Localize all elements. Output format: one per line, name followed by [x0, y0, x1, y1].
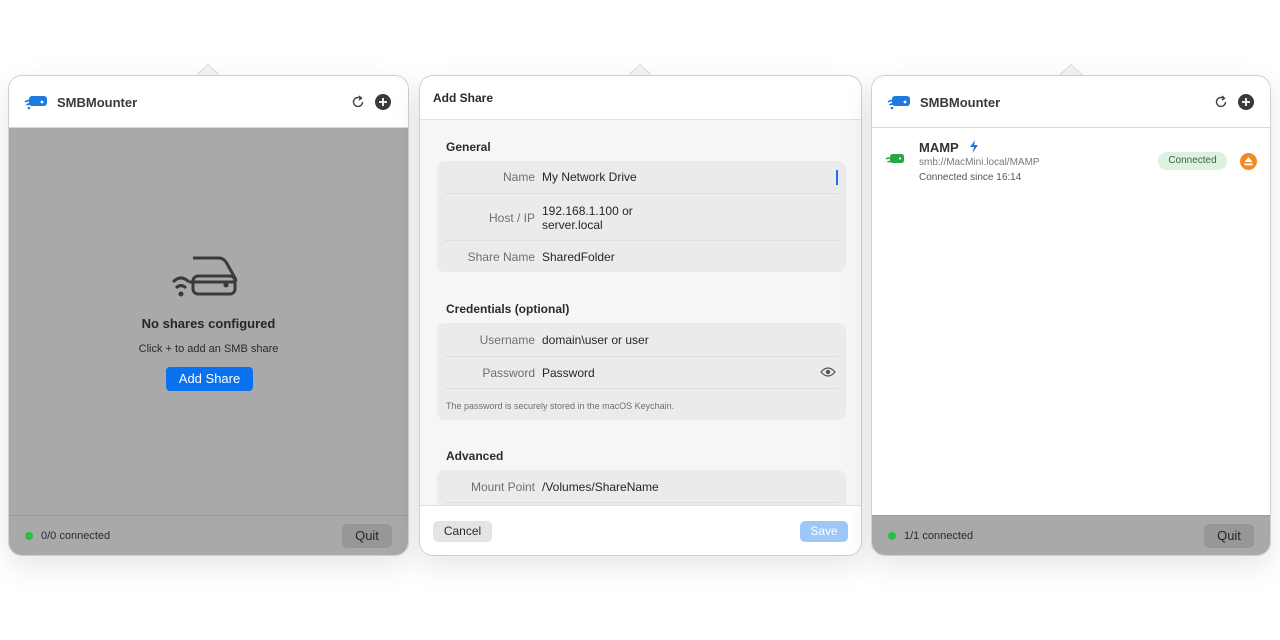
password-row[interactable]: Password Password: [445, 356, 838, 388]
app-title: SMBMounter: [57, 95, 138, 110]
host-field[interactable]: 192.168.1.100 or server.local: [542, 204, 633, 232]
window-header: SMBMounter: [872, 76, 1270, 128]
window-footer: 1/1 connected Quit: [872, 515, 1270, 555]
form-body[interactable]: General Name My Network Drive Host / IP …: [420, 120, 861, 506]
window-header: SMBMounter: [9, 76, 408, 128]
empty-state: No shares configured Click + to add an S…: [9, 128, 408, 515]
eject-icon[interactable]: [1240, 153, 1257, 170]
username-row[interactable]: Username domain\user or user: [445, 323, 838, 356]
text-cursor: [836, 170, 838, 185]
name-row[interactable]: Name My Network Drive: [445, 161, 838, 193]
form-header: Add Share: [420, 76, 861, 120]
quit-button[interactable]: Quit: [1204, 524, 1254, 548]
network-drive-icon: [171, 256, 238, 297]
quit-button[interactable]: Quit: [342, 524, 392, 548]
share-name-label: Share Name: [467, 250, 535, 264]
username-label: Username: [479, 333, 535, 347]
host-placeholder-line: server.local: [542, 218, 603, 232]
username-field[interactable]: domain\user or user: [542, 333, 649, 347]
status-badge: Connected: [1158, 152, 1227, 170]
connected-drive-icon: [885, 154, 904, 163]
password-label: Password: [482, 366, 535, 380]
mount-point-label: Mount Point: [470, 480, 535, 494]
section-credentials: Credentials (optional): [446, 302, 570, 316]
general-card: Name My Network Drive Host / IP 192.168.…: [437, 161, 846, 272]
network-drive-icon: [887, 96, 910, 110]
advanced-card: Mount Point /Volumes/ShareName: [437, 470, 846, 506]
section-advanced: Advanced: [446, 449, 504, 463]
share-list: MAMP smb://MacMini.local/MAMP Connected …: [872, 128, 1270, 515]
add-share-button[interactable]: Add Share: [166, 367, 253, 391]
connected-since: Connected since 16:14: [919, 172, 1022, 183]
section-general: General: [446, 140, 491, 154]
connected-window: SMBMounter MAMP smb://MacMini.local/MAMP…: [871, 75, 1271, 556]
window-footer: 0/0 connected Quit: [9, 515, 408, 555]
add-share-icon[interactable]: [1237, 93, 1255, 111]
keychain-note-row: The password is securely stored in the m…: [445, 388, 838, 420]
share-url: smb://MacMini.local/MAMP: [919, 157, 1040, 168]
status-dot-icon: [888, 532, 896, 540]
status-dot-icon: [25, 532, 33, 540]
form-title: Add Share: [433, 91, 494, 105]
share-name-field[interactable]: SharedFolder: [542, 250, 615, 264]
credentials-card: Username domain\user or user Password Pa…: [437, 323, 846, 420]
connection-status: 1/1 connected: [904, 530, 974, 542]
empty-title: No shares configured: [141, 316, 276, 331]
connection-status: 0/0 connected: [41, 530, 111, 542]
share-name-row[interactable]: Share Name SharedFolder: [445, 240, 838, 272]
list-item[interactable]: MAMP smb://MacMini.local/MAMP Connected …: [872, 136, 1270, 186]
save-button[interactable]: Save: [800, 521, 848, 542]
refresh-icon[interactable]: [1214, 95, 1228, 109]
add-share-icon[interactable]: [374, 93, 392, 111]
form-footer: Cancel Save: [420, 505, 861, 555]
name-field[interactable]: My Network Drive: [542, 170, 637, 184]
refresh-icon[interactable]: [351, 95, 365, 109]
app-title: SMBMounter: [920, 95, 1001, 110]
lightning-icon: [970, 140, 978, 153]
keychain-note: The password is securely stored in the m…: [446, 401, 675, 411]
host-label: Host / IP: [488, 211, 535, 225]
share-name: MAMP: [919, 140, 959, 155]
network-drive-icon: [24, 96, 47, 110]
empty-subtitle: Click + to add an SMB share: [138, 343, 279, 355]
cancel-button[interactable]: Cancel: [433, 521, 492, 542]
mount-point-field[interactable]: /Volumes/ShareName: [542, 480, 659, 494]
host-row[interactable]: Host / IP 192.168.1.100 or server.local: [445, 193, 838, 240]
host-placeholder-line: 192.168.1.100 or: [542, 204, 633, 218]
password-field[interactable]: Password: [542, 366, 595, 380]
mount-point-row[interactable]: Mount Point /Volumes/ShareName: [445, 470, 838, 503]
empty-state-window: SMBMounter No shares configured Click + …: [8, 75, 409, 556]
show-password-icon[interactable]: [820, 366, 836, 378]
add-share-window: Add Share General Name My Network Drive …: [419, 75, 862, 556]
name-label: Name: [502, 170, 535, 184]
